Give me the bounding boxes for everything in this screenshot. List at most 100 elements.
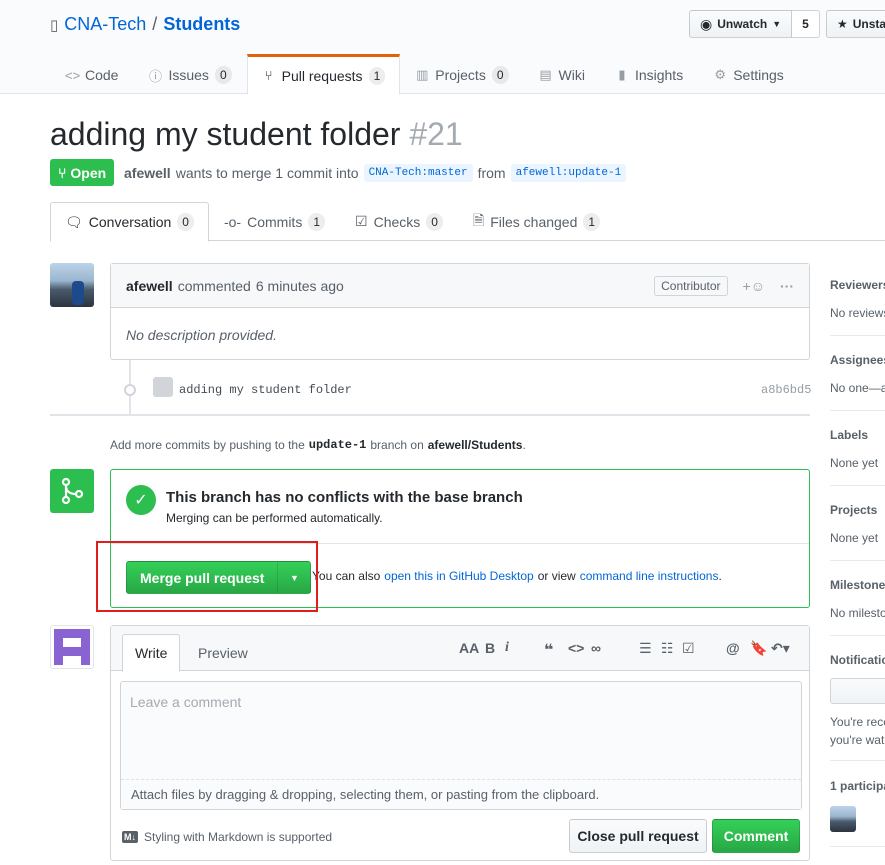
tab-checks[interactable]: ☑ Checks 0 [340, 202, 458, 241]
tab-issues[interactable]: ⓘ Issues 0 [133, 54, 246, 94]
sidebar-heading: Assignees [830, 353, 885, 367]
command-line-link[interactable]: command line instructions [580, 569, 719, 583]
attach-files-hint[interactable]: Attach files by dragging & dropping, sel… [121, 779, 801, 809]
subscribe-button[interactable] [830, 678, 885, 704]
pr-number: #21 [409, 116, 463, 152]
pr-meta: afewell wants to merge 1 commit into CNA… [124, 164, 627, 182]
tab-settings[interactable]: ⚙ Settings [698, 54, 799, 94]
tab-code[interactable]: <> Code [50, 54, 133, 94]
text-size-icon[interactable]: AA [459, 640, 479, 656]
repo-owner-link[interactable]: CNA-Tech [64, 14, 146, 35]
sidebar-projects[interactable]: Projects None yet [830, 503, 885, 545]
identicon-icon [54, 629, 90, 665]
merge-hint-text: . [718, 569, 722, 583]
comment-timestamp[interactable]: 6 minutes ago [256, 278, 344, 294]
markdown-hint-text: Styling with Markdown is supported [144, 830, 333, 844]
file-diff-icon: 🗎 [472, 211, 485, 228]
tab-label: Insights [634, 67, 684, 83]
sidebar-heading: Labels [830, 428, 869, 442]
comment-action: commented [177, 277, 251, 294]
more-options-icon[interactable]: ··· [780, 278, 794, 294]
notification-text: you're watching [830, 733, 885, 747]
sidebar-value: No reviews [830, 306, 885, 320]
merge-status: ✓ This branch has no conflicts with the … [111, 470, 809, 544]
bold-icon[interactable]: B [485, 640, 495, 656]
code-icon[interactable]: <> [568, 640, 584, 656]
sidebar-divider [830, 846, 885, 847]
sidebar-divider [830, 760, 885, 761]
comment-header: afewell commented 6 minutes ago Contribu… [111, 264, 809, 308]
sidebar-value: No one—assign [830, 381, 885, 395]
add-reaction-icon[interactable]: +☺ [743, 278, 765, 294]
tab-commits[interactable]: -o- Commits 1 [209, 202, 340, 241]
tab-label: Settings [733, 67, 784, 83]
merge-status-title: This branch has no conflicts with the ba… [166, 489, 523, 506]
unstar-button[interactable]: ★ Unsta [826, 10, 885, 38]
pr-author-link[interactable]: afewell [124, 165, 171, 181]
tab-write[interactable]: Write [122, 634, 181, 672]
close-pull-request-button[interactable]: Close pull request [569, 819, 707, 853]
notification-text: You're receiving [830, 715, 885, 729]
tab-pull-requests[interactable]: ⑂ Pull requests 1 [246, 54, 401, 95]
tab-conversation[interactable]: 🗨 Conversation 0 [50, 202, 209, 242]
status-badge: ⑂ Open [50, 159, 115, 186]
tab-files-changed[interactable]: 🗎 Files changed 1 [458, 202, 615, 241]
tab-count: 1 [368, 66, 386, 85]
tab-count: 0 [491, 66, 509, 84]
link-icon[interactable]: ∞ [591, 640, 601, 656]
tab-projects[interactable]: ▥ Projects 0 [400, 54, 523, 94]
push-hint-text: . [522, 438, 526, 452]
open-desktop-link[interactable]: open this in GitHub Desktop [384, 569, 533, 583]
tab-insights[interactable]: ▮ Insights [600, 54, 698, 94]
tab-label: Commits [247, 213, 303, 230]
comment-placeholder: Leave a comment [130, 694, 242, 710]
graph-icon: ▮ [618, 67, 626, 82]
highlight-box [96, 541, 318, 612]
bookmark-icon[interactable]: 🔖 [750, 640, 767, 657]
avatar[interactable] [50, 263, 94, 307]
push-hint: Add more commits by pushing to the updat… [110, 438, 526, 452]
commit-message-link[interactable]: adding my student folder [179, 383, 352, 397]
comment-author-link[interactable]: afewell [126, 278, 173, 294]
bullet-list-icon[interactable]: ☰ [639, 640, 652, 657]
tab-label: Conversation [88, 214, 172, 230]
tab-preview[interactable]: Preview [186, 634, 260, 672]
participant-avatar[interactable] [830, 806, 856, 832]
numbered-list-icon[interactable]: ☷ [661, 640, 674, 657]
comment-textarea[interactable]: Leave a comment Attach files by dragging… [120, 681, 802, 810]
sidebar-heading: Notifications [830, 653, 885, 667]
tab-wiki[interactable]: ▤ Wiki [524, 54, 600, 94]
check-icon: ✓ [126, 485, 156, 515]
timeline-divider [50, 414, 810, 416]
pull-request-icon: ⑂ [58, 164, 67, 181]
tab-label: Files changed [490, 213, 578, 230]
sidebar-heading: Milestone [830, 578, 885, 592]
tab-label: Code [85, 67, 119, 83]
quote-icon[interactable]: ❝ [544, 640, 553, 660]
base-ref[interactable]: CNA-Tech:master [363, 164, 473, 182]
avatar[interactable] [50, 625, 94, 669]
tab-label: Issues [168, 67, 209, 83]
head-ref[interactable]: afewell:update-1 [510, 164, 627, 182]
merge-hint-text: You can also [312, 569, 381, 583]
mention-icon[interactable]: @ [726, 640, 740, 656]
task-list-icon[interactable]: ☑ [682, 640, 695, 657]
commit-sha-link[interactable]: a8b6bd5 [761, 383, 811, 397]
push-hint-repo: afewell/Students [427, 438, 523, 452]
watch-count[interactable]: 5 [792, 10, 820, 38]
sidebar-labels[interactable]: Labels None yet [830, 428, 885, 470]
comment-body: No description provided. [126, 327, 277, 343]
book-icon: ▤ [539, 67, 552, 82]
repo-icon: ▯ [50, 16, 59, 34]
sidebar-reviewers[interactable]: Reviewers No reviews [830, 278, 885, 320]
unwatch-button[interactable]: ◉ Unwatch ▼ [689, 10, 793, 38]
repo-name-link[interactable]: Students [163, 14, 240, 35]
markdown-hint[interactable]: M↓ Styling with Markdown is supported [122, 830, 332, 844]
italic-icon[interactable]: i [505, 640, 509, 656]
sidebar-assignees[interactable]: Assignees No one—assign [830, 353, 885, 395]
reply-icon[interactable]: ↶▾ [771, 640, 790, 657]
pr-meta-text: from [477, 165, 506, 181]
sidebar-milestone[interactable]: Milestone No milestone [830, 578, 885, 620]
comment-button[interactable]: Comment [712, 819, 800, 853]
status-label: Open [70, 164, 107, 181]
